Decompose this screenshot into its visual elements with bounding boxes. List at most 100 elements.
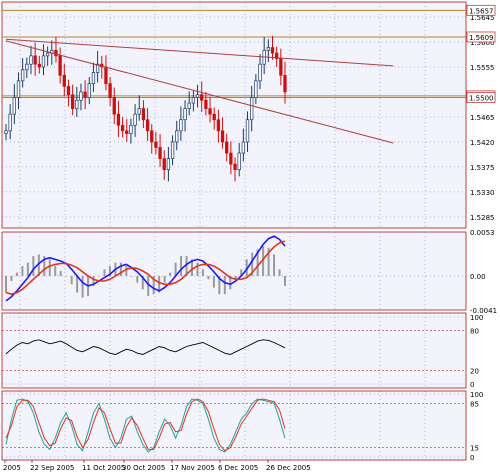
- candle-body: [116, 113, 121, 126]
- macd-y-tick-label: 0.00: [470, 273, 486, 281]
- macd-hist-bar: [163, 275, 166, 283]
- candle-body: [75, 99, 79, 109]
- candle-body: [150, 130, 154, 143]
- candle-body: [37, 63, 41, 68]
- candle-body: [91, 72, 96, 84]
- candle-body: [204, 99, 208, 109]
- candle-body: [112, 97, 116, 115]
- chart-canvas: 1.56451.56001.55551.54651.54201.53751.53…: [1, 1, 497, 472]
- macd-hist-bar: [15, 272, 18, 276]
- macd-hist-bar: [48, 259, 51, 276]
- candle-body: [29, 55, 33, 65]
- macd-hist-bar: [76, 275, 79, 293]
- macd-hist-bar: [212, 275, 215, 288]
- macd-hist-bar: [65, 275, 68, 277]
- x-tick-label: 22 Sep 2005: [30, 464, 74, 472]
- macd-hist-bar: [26, 262, 29, 276]
- macd-hist-bar: [147, 275, 150, 296]
- macd-hist-bar: [136, 275, 139, 283]
- macd-hist-bar: [103, 269, 106, 276]
- candle-body: [241, 141, 246, 154]
- candle-body: [87, 83, 91, 98]
- candle-body: [216, 119, 221, 132]
- candle-body: [187, 102, 191, 109]
- candle-body: [266, 47, 270, 51]
- candle-body: [250, 97, 254, 121]
- candle-body: [21, 69, 25, 82]
- rsi-y-tick-label: 20: [470, 368, 479, 376]
- candle-body: [16, 80, 21, 98]
- macd-hist-bar: [98, 275, 100, 277]
- candle-body: [62, 74, 66, 87]
- candle-body: [283, 74, 287, 93]
- candle-body: [279, 58, 283, 76]
- candle-body: [179, 119, 183, 132]
- candle-body: [245, 119, 250, 143]
- candle-body: [108, 83, 112, 98]
- candle-body: [162, 158, 166, 171]
- candle-body: [270, 47, 275, 54]
- y-tick-label: 1.5330: [470, 189, 495, 197]
- candle-body: [4, 130, 8, 134]
- macd-hist-bar: [169, 272, 172, 276]
- candle-body: [145, 119, 150, 132]
- panel-frame-price: [1, 1, 467, 229]
- x-tick-label: 30 Oct 2005: [122, 464, 165, 472]
- y-tick-label: 1.5555: [470, 64, 495, 72]
- x-tick-label: 11 Oct 2005: [82, 464, 125, 472]
- level-label: 1.5657: [469, 7, 494, 15]
- rsi-y-tick-label: 100: [470, 314, 483, 322]
- candle-body: [83, 91, 87, 98]
- macd-hist-bar: [59, 271, 62, 276]
- y-tick-label: 1.5285: [470, 214, 495, 222]
- macd-hist-bar: [180, 256, 183, 276]
- macd-hist-bar: [278, 269, 281, 276]
- macd-hist-bar: [207, 275, 210, 280]
- macd-hist-bar: [32, 256, 35, 276]
- macd-hist-bar: [54, 266, 57, 276]
- candle-body: [233, 163, 237, 171]
- candle-body: [133, 113, 137, 126]
- candle-body: [195, 94, 200, 98]
- candle-body: [54, 49, 58, 57]
- macd-hist-bar: [130, 275, 133, 277]
- candle-body: [225, 141, 229, 154]
- candle-body: [254, 80, 258, 98]
- y-tick-label: 1.5375: [470, 164, 495, 172]
- candle-body: [41, 55, 46, 68]
- x-tick-label: 26 Dec 2005: [266, 464, 311, 472]
- panel-frame-rsi: [1, 312, 467, 389]
- macd-hist-bar: [223, 275, 226, 295]
- candle-body: [229, 152, 233, 165]
- candle-body: [104, 66, 108, 84]
- macd-hist-bar: [21, 266, 24, 276]
- candle-body: [12, 97, 16, 115]
- stoch-y-tick-label: 100: [470, 391, 483, 399]
- macd-hist-bar: [81, 275, 84, 298]
- x-tick-label: 17 Nov 2005: [170, 464, 215, 472]
- candle-body: [137, 108, 141, 115]
- rsi-y-tick-label: 80: [470, 327, 479, 335]
- candle-body: [191, 97, 196, 104]
- candle-body: [175, 130, 179, 143]
- candle-body: [79, 91, 83, 101]
- stoch-y-tick-label: 15: [470, 445, 479, 453]
- candle-body: [183, 108, 187, 121]
- candle-body: [200, 94, 204, 101]
- candle-body: [258, 63, 262, 82]
- macd-hist-bar: [5, 275, 7, 293]
- macd-hist-bar: [70, 275, 73, 285]
- y-tick-label: 1.5420: [470, 139, 495, 147]
- macd-hist-bar: [125, 266, 128, 276]
- candle-body: [220, 130, 225, 143]
- candle-body: [141, 108, 146, 121]
- level-label: 1.5609: [469, 34, 494, 42]
- candle-body: [70, 94, 75, 109]
- candle-body: [166, 158, 171, 171]
- candle-body: [33, 55, 37, 65]
- y-tick-label: 1.5465: [470, 114, 495, 122]
- chart-root: 1.5645 1.5600 1.5555 1.5465 1.5420 1.5375 1.53…: [0, 0, 500, 473]
- stoch-y-tick-label: 0: [470, 454, 474, 462]
- x-tick-label: 2005: [3, 464, 21, 472]
- candle-body: [45, 52, 50, 57]
